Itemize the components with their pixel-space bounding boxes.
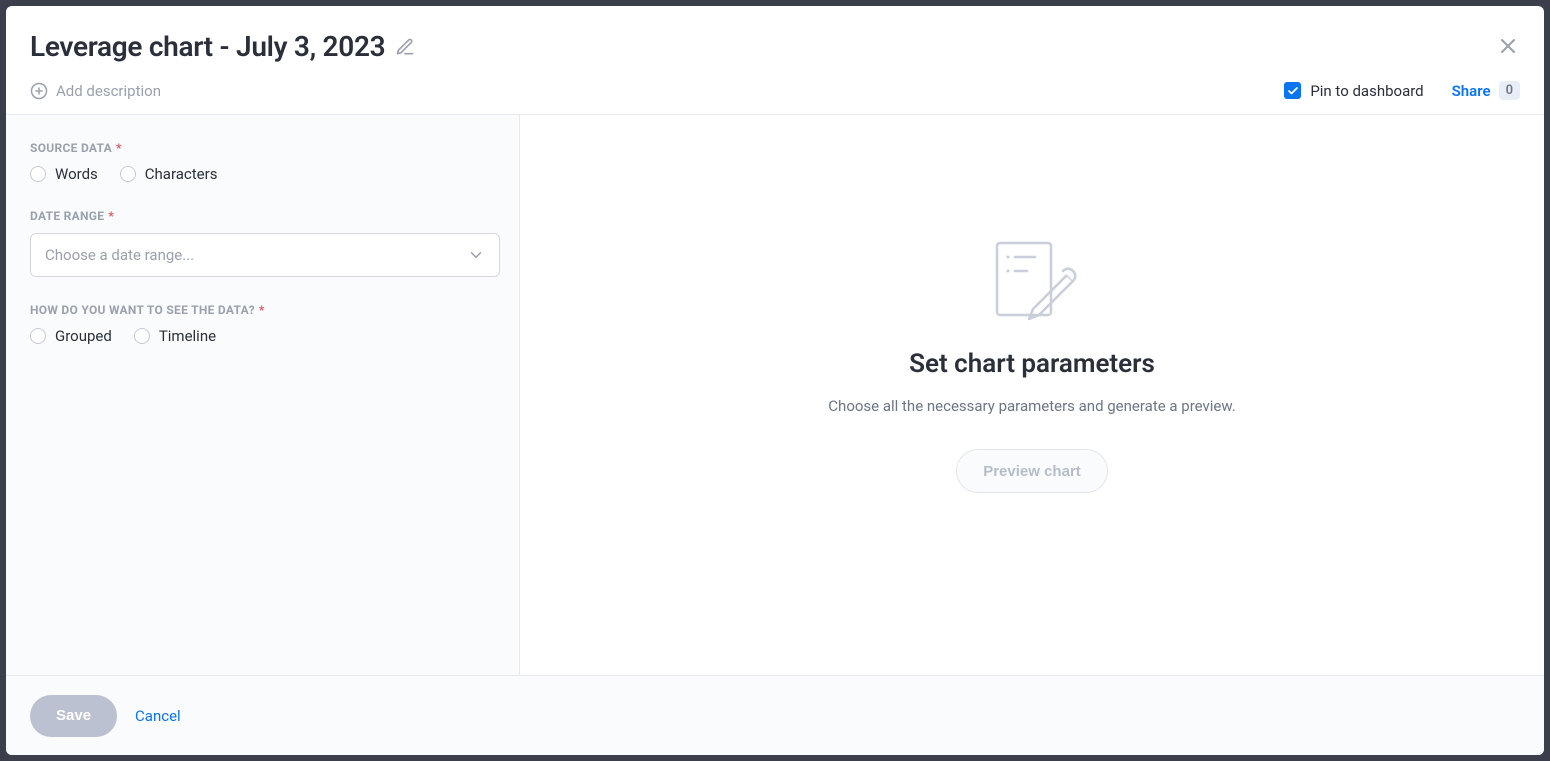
required-asterisk: * xyxy=(108,209,113,223)
source-data-label-row: SOURCE DATA * xyxy=(30,141,495,155)
radio-circle-icon xyxy=(134,328,150,344)
view-mode-label: HOW DO YOU WANT TO SEE THE DATA? xyxy=(30,303,255,317)
save-button[interactable]: Save xyxy=(30,695,117,737)
edit-title-icon[interactable] xyxy=(395,37,415,57)
chevron-down-icon xyxy=(467,246,485,264)
modal-body: SOURCE DATA * Words Characters DATE RANG… xyxy=(6,115,1544,675)
radio-grouped-label: Grouped xyxy=(55,327,112,345)
radio-characters-label: Characters xyxy=(145,165,218,183)
radio-circle-icon xyxy=(120,166,136,182)
radio-timeline[interactable]: Timeline xyxy=(134,327,216,345)
share-label: Share xyxy=(1452,82,1491,100)
radio-timeline-label: Timeline xyxy=(159,327,216,345)
document-pencil-icon xyxy=(987,237,1077,327)
radio-grouped[interactable]: Grouped xyxy=(30,327,112,345)
page-title: Leverage chart - July 3, 2023 xyxy=(30,30,385,63)
parameters-sidebar: SOURCE DATA * Words Characters DATE RANG… xyxy=(6,115,520,675)
source-data-options: Words Characters xyxy=(30,165,495,183)
header-right-controls: Pin to dashboard Share 0 xyxy=(1284,81,1520,100)
close-button[interactable] xyxy=(1496,34,1520,58)
date-range-label-row: DATE RANGE * xyxy=(30,209,495,223)
radio-characters[interactable]: Characters xyxy=(120,165,218,183)
modal-header: Leverage chart - July 3, 2023 Add descri… xyxy=(6,6,1544,114)
share-button[interactable]: Share 0 xyxy=(1452,81,1520,100)
preview-area: Set chart parameters Choose all the nece… xyxy=(520,115,1544,675)
pin-label: Pin to dashboard xyxy=(1310,82,1423,100)
chart-editor-modal: Leverage chart - July 3, 2023 Add descri… xyxy=(6,6,1544,755)
view-mode-label-row: HOW DO YOU WANT TO SEE THE DATA? * xyxy=(30,303,495,317)
radio-circle-icon xyxy=(30,328,46,344)
required-asterisk: * xyxy=(116,141,121,155)
source-data-label: SOURCE DATA xyxy=(30,141,112,155)
empty-state-subtitle: Choose all the necessary parameters and … xyxy=(828,397,1235,415)
add-description-button[interactable]: Add description xyxy=(30,82,161,100)
modal-footer: Save Cancel xyxy=(6,675,1544,755)
preview-chart-button[interactable]: Preview chart xyxy=(956,449,1108,493)
view-mode-options: Grouped Timeline xyxy=(30,327,495,345)
header-sub-row: Add description Pin to dashboard Share 0 xyxy=(30,81,1520,100)
cancel-button[interactable]: Cancel xyxy=(135,707,181,725)
date-range-select[interactable]: Choose a date range... xyxy=(30,233,500,277)
title-row: Leverage chart - July 3, 2023 xyxy=(30,30,1520,63)
radio-words-label: Words xyxy=(55,165,98,183)
pin-to-dashboard[interactable]: Pin to dashboard xyxy=(1284,82,1423,100)
empty-state-title: Set chart parameters xyxy=(909,349,1155,379)
pin-checkbox[interactable] xyxy=(1284,82,1301,99)
radio-circle-icon xyxy=(30,166,46,182)
date-range-placeholder: Choose a date range... xyxy=(45,246,194,264)
required-asterisk: * xyxy=(259,303,264,317)
date-range-label: DATE RANGE xyxy=(30,209,104,223)
radio-words[interactable]: Words xyxy=(30,165,98,183)
share-count: 0 xyxy=(1499,81,1520,100)
add-description-label: Add description xyxy=(56,82,161,100)
